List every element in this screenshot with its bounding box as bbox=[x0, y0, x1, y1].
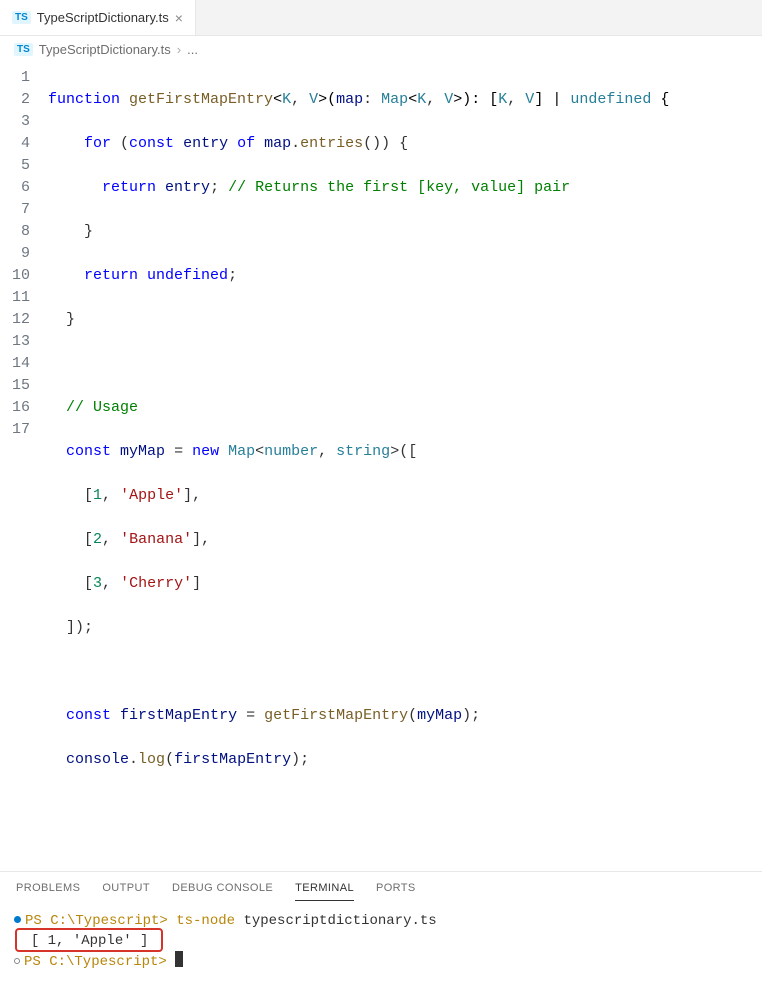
terminal[interactable]: PS C:\Typescript> ts-node typescriptdict… bbox=[0, 901, 762, 982]
tab-debug[interactable]: DEBUG CONSOLE bbox=[172, 882, 273, 901]
breadcrumb-more: ... bbox=[187, 42, 198, 57]
tab-problems[interactable]: PROBLEMS bbox=[16, 882, 80, 901]
code-editor[interactable]: 1234567891011121314151617 function getFi… bbox=[0, 63, 762, 871]
terminal-line: PS C:\Typescript> bbox=[14, 951, 748, 972]
panel-tabs: PROBLEMS OUTPUT DEBUG CONSOLE TERMINAL P… bbox=[0, 871, 762, 901]
ts-icon: TS bbox=[14, 43, 33, 56]
close-icon[interactable]: × bbox=[175, 10, 183, 26]
tab-filename: TypeScriptDictionary.ts bbox=[37, 10, 169, 25]
breadcrumb-sep: › bbox=[177, 42, 181, 57]
breadcrumb[interactable]: TS TypeScriptDictionary.ts › ... bbox=[0, 36, 762, 63]
breadcrumb-file: TypeScriptDictionary.ts bbox=[39, 42, 171, 57]
terminal-output: [ 1, 'Apple' ] bbox=[14, 931, 748, 951]
terminal-line: PS C:\Typescript> ts-node typescriptdict… bbox=[14, 911, 748, 931]
ts-icon: TS bbox=[12, 11, 31, 24]
line-gutter: 1234567891011121314151617 bbox=[0, 63, 48, 863]
tab-bar: TS TypeScriptDictionary.ts × bbox=[0, 0, 762, 36]
cursor-icon bbox=[175, 951, 183, 967]
status-dot-icon bbox=[14, 916, 21, 923]
code-content[interactable]: function getFirstMapEntry<K, V>(map: Map… bbox=[48, 63, 669, 863]
tab-output[interactable]: OUTPUT bbox=[102, 882, 150, 901]
tab-terminal[interactable]: TERMINAL bbox=[295, 882, 354, 901]
tab-ports[interactable]: PORTS bbox=[376, 882, 416, 901]
tab-active[interactable]: TS TypeScriptDictionary.ts × bbox=[0, 0, 196, 35]
status-dot-icon bbox=[14, 958, 20, 964]
